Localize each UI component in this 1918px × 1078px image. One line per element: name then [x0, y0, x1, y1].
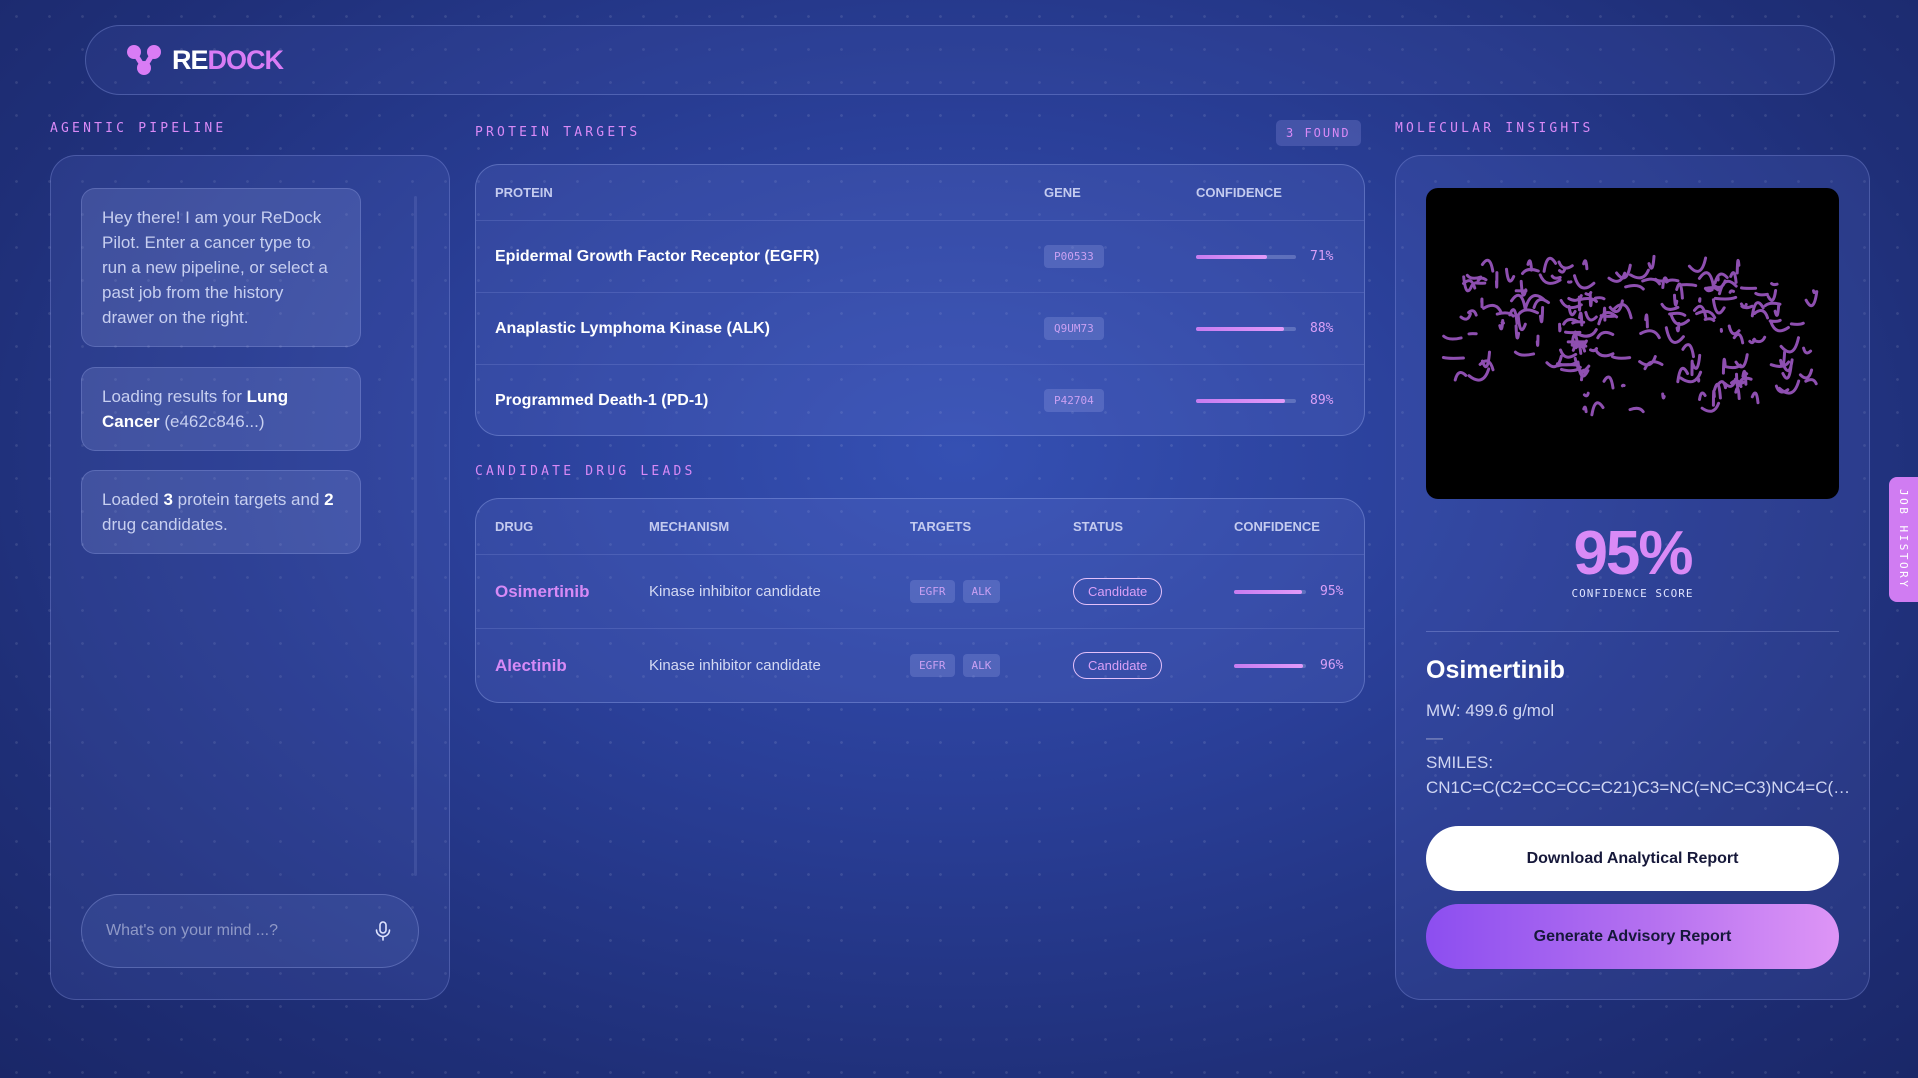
- placeholder-dash: —: [1426, 728, 1443, 747]
- header-confidence: CONFIDENCE: [1196, 185, 1282, 200]
- gene-chip: P00533: [1044, 245, 1104, 268]
- confidence-value: 88%: [1310, 321, 1334, 336]
- drug-row[interactable]: Alectinib Kinase inhibitor candidate EGF…: [476, 628, 1364, 702]
- drug-mechanism: Kinase inhibitor candidate: [649, 657, 821, 674]
- drug-mechanism: Kinase inhibitor candidate: [649, 583, 821, 600]
- status-badge: Candidate: [1073, 578, 1163, 605]
- chat-input[interactable]: [106, 922, 372, 940]
- confidence-value: 89%: [1310, 393, 1334, 408]
- chat-message-loaded: Loaded 3 protein targets and 2 drug cand…: [81, 470, 361, 554]
- confidence-value: 71%: [1310, 249, 1334, 264]
- drug-leads-section-label: CANDIDATE DRUG LEADS: [475, 464, 696, 479]
- molecular-weight: MW: 499.6 g/mol: [1426, 701, 1555, 720]
- confidence-bar: [1196, 326, 1296, 331]
- confidence-value: 96%: [1320, 658, 1344, 673]
- protein-row[interactable]: Epidermal Growth Factor Receptor (EGFR) …: [476, 220, 1364, 292]
- insights-section-label: MOLECULAR INSIGHTS: [1395, 121, 1594, 136]
- header-targets: TARGETS: [910, 519, 972, 534]
- confidence-score-label: CONFIDENCE SCORE: [1571, 587, 1694, 600]
- target-chip: EGFR: [910, 654, 955, 677]
- drug-name-link[interactable]: Alectinib: [495, 629, 567, 702]
- protein-3d-viewer[interactable]: [1426, 188, 1839, 499]
- confidence-bar: [1196, 254, 1296, 259]
- protein-targets-table: PROTEIN GENE CONFIDENCE Epidermal Growth…: [475, 164, 1365, 436]
- table-header-row: DRUG MECHANISM TARGETS STATUS CONFIDENCE: [476, 499, 1364, 554]
- chat-message-welcome: Hey there! I am your ReDock Pilot. Enter…: [81, 188, 361, 347]
- job-history-tab[interactable]: JOB HISTORY: [1889, 477, 1918, 602]
- gene-chip: Q9UM73: [1044, 317, 1104, 340]
- protein-name: Epidermal Growth Factor Receptor (EGFR): [495, 247, 820, 265]
- confidence-value: 95%: [1320, 584, 1344, 599]
- microphone-icon[interactable]: [372, 920, 394, 942]
- pipeline-panel: Hey there! I am your ReDock Pilot. Enter…: [50, 155, 450, 1000]
- generate-advisory-button[interactable]: Generate Advisory Report: [1426, 904, 1839, 969]
- header-confidence: CONFIDENCE: [1234, 519, 1320, 534]
- drug-row[interactable]: Osimertinib Kinase inhibitor candidate E…: [476, 554, 1364, 628]
- gene-chip: P42704: [1044, 389, 1104, 412]
- divider: [1426, 631, 1839, 632]
- protein-structure-icon: [1441, 254, 1819, 417]
- header-drug: DRUG: [495, 519, 534, 534]
- protein-row[interactable]: Programmed Death-1 (PD-1) P42704 89%: [476, 364, 1364, 435]
- header-gene: GENE: [1044, 185, 1081, 200]
- molecule-name: Osimertinib: [1426, 656, 1565, 684]
- molecule-logo-icon: [127, 45, 161, 75]
- header-protein: PROTEIN: [495, 185, 553, 200]
- pipeline-scrollbar[interactable]: [414, 196, 417, 876]
- smiles-string: CN1C=C(C2=CC=CC=C21)C3=NC(=NC=C3)NC4=C(C…: [1426, 778, 1851, 797]
- chat-message-loading: Loading results for Lung Cancer (e462c84…: [81, 367, 361, 451]
- drug-name-link[interactable]: Osimertinib: [495, 555, 589, 628]
- protein-targets-section-label: PROTEIN TARGETS: [475, 125, 641, 140]
- brand-logo[interactable]: REDOCK: [126, 44, 284, 76]
- brand-name: REDOCK: [172, 44, 284, 75]
- drug-leads-table: DRUG MECHANISM TARGETS STATUS CONFIDENCE…: [475, 498, 1365, 703]
- protein-row[interactable]: Anaplastic Lymphoma Kinase (ALK) Q9UM73 …: [476, 292, 1364, 364]
- protein-name: Programmed Death-1 (PD-1): [495, 391, 709, 409]
- target-chip: ALK: [962, 654, 1001, 677]
- confidence-bar: [1234, 663, 1306, 668]
- target-chip: EGFR: [910, 580, 955, 603]
- confidence-score-value: 95%: [1573, 519, 1693, 588]
- top-header: REDOCK: [85, 25, 1835, 95]
- header-status: STATUS: [1073, 519, 1124, 534]
- table-header-row: PROTEIN GENE CONFIDENCE: [476, 165, 1364, 220]
- confidence-score-block: 95% CONFIDENCE SCORE: [1396, 518, 1869, 600]
- header-mechanism: MECHANISM: [649, 519, 730, 534]
- found-count-badge: 3 FOUND: [1276, 120, 1361, 146]
- status-badge: Candidate: [1073, 652, 1163, 679]
- confidence-bar: [1196, 398, 1296, 403]
- confidence-bar: [1234, 589, 1306, 594]
- insights-panel: 95% CONFIDENCE SCORE Osimertinib MW: 499…: [1395, 155, 1870, 1000]
- download-report-button[interactable]: Download Analytical Report: [1426, 826, 1839, 891]
- protein-name: Anaplastic Lymphoma Kinase (ALK): [495, 319, 771, 337]
- job-history-label: JOB HISTORY: [1897, 489, 1910, 590]
- protein-ribbon: [1441, 254, 1819, 417]
- target-chip: ALK: [962, 580, 1001, 603]
- chat-input-container: [81, 894, 419, 968]
- pipeline-section-label: AGENTIC PIPELINE: [50, 121, 227, 136]
- smiles-label: SMILES:: [1426, 753, 1494, 772]
